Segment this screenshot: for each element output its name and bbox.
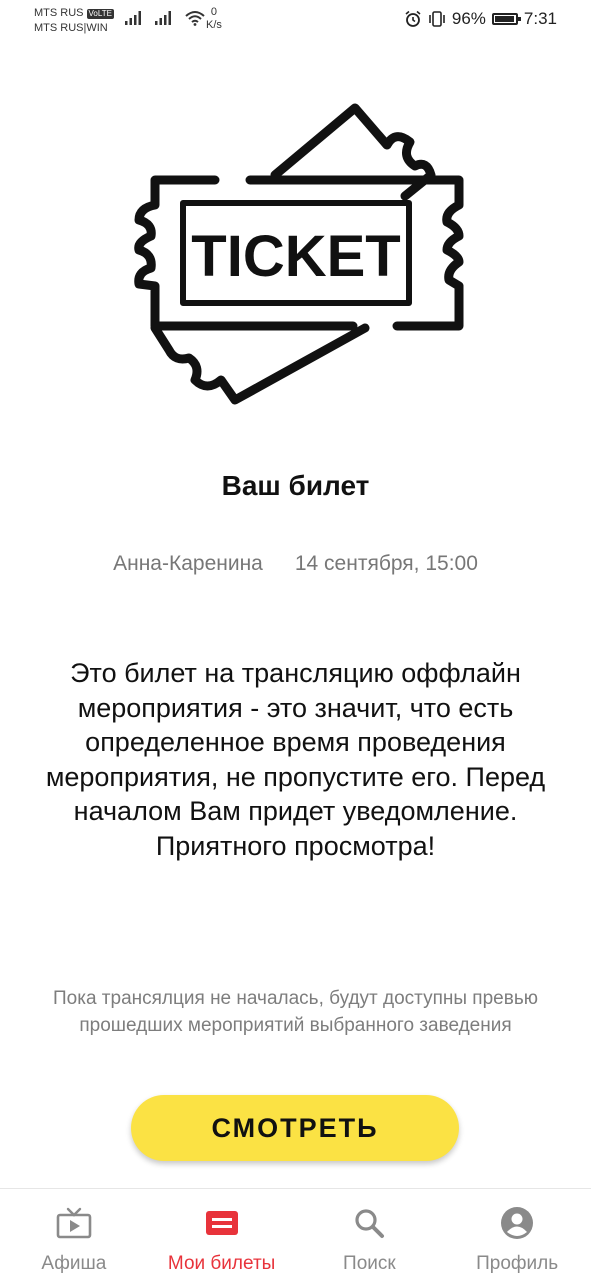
ticket-illustration-icon: TICKET [134,103,464,405]
ticket-description: Это билет на трансляцию оффлайн мероприя… [45,658,546,861]
preview-note: Пока трансялция не началась, будут досту… [53,988,538,1036]
battery-percent: 96% [451,9,486,28]
nav-label-my-tickets: Мои билеты [167,1253,276,1274]
carrier-info: MTS RUS VoLTE MTS RUS|WIN [34,6,114,36]
alarm-icon [405,10,421,27]
ticket-illustration-text: TICKET [191,224,400,289]
ticket-screen: MTS RUS VoLTE MTS RUS|WIN 0 K/s 96% 7:31… [0,0,591,1280]
wifi-icon [185,11,205,26]
carrier-2: MTS RUS|WIN [34,22,108,34]
page-title: Ваш билет [221,470,370,501]
event-meta: Анна-Каренина 14 сентября, 15:00 [0,552,591,576]
volte-badge: VoLTE [86,8,114,19]
signal-icon [155,11,171,25]
carrier-1: MTS RUS [34,7,84,19]
signal-icons [124,10,206,26]
signal-icon [125,11,141,25]
status-bar: MTS RUS VoLTE MTS RUS|WIN 0 K/s 96% 7:31 [0,0,591,44]
ticket-icon [204,1205,240,1241]
nav-label-search: Поиск [343,1253,396,1274]
battery-icon [491,13,521,25]
watch-button[interactable]: СМОТРЕТЬ [131,1095,459,1161]
nav-label-profile: Профиль [476,1253,559,1274]
bottom-nav: Афиша Мои билеты Поиск Профиль [0,1188,591,1280]
vibrate-icon [429,11,445,27]
net-speed: 0 K/s [206,6,222,31]
event-name: Анна-Каренина [113,552,263,575]
tv-play-icon [56,1205,92,1241]
profile-icon [499,1205,535,1241]
status-right: 96% 7:31 [404,9,557,29]
nav-item-search[interactable]: Поиск [296,1189,444,1280]
event-datetime: 14 сентября, 15:00 [294,552,478,575]
nav-item-afisha[interactable]: Афиша [0,1189,148,1280]
nav-item-profile[interactable]: Профиль [443,1189,591,1280]
nav-label-afisha: Афиша [41,1253,107,1274]
nav-item-my-tickets[interactable]: Мои билеты [148,1189,296,1280]
search-icon [351,1205,387,1241]
clock: 7:31 [523,9,557,28]
